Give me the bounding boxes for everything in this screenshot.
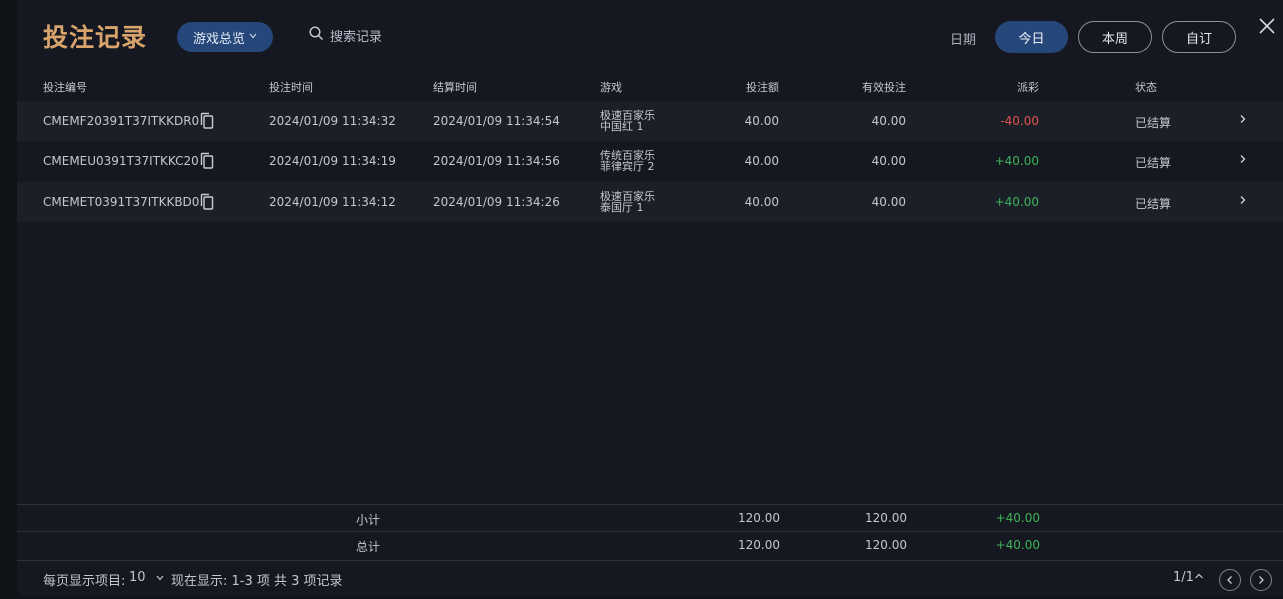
game-table: 菲律宾厅 2 xyxy=(600,160,655,173)
chevron-down-icon xyxy=(249,32,257,42)
settle-time: 2024/01/09 11:34:54 xyxy=(433,114,560,128)
column-header-bet-id: 投注编号 xyxy=(43,81,87,94)
prev-page-button[interactable] xyxy=(1219,569,1241,591)
search-label: 搜索记录 xyxy=(330,30,383,45)
column-header-payout: 派彩 xyxy=(1017,81,1039,94)
table-row[interactable]: CMEMEU0391T37ITKKC20 2024/01/09 11:34:19… xyxy=(17,141,1283,181)
chevron-right-icon[interactable] xyxy=(1239,112,1247,128)
chevron-down-icon xyxy=(156,570,164,585)
table-row[interactable]: CMEMF20391T37ITKKDR0 2024/01/09 11:34:32… xyxy=(17,101,1283,141)
chevron-right-icon xyxy=(1259,576,1264,584)
chevron-up-icon[interactable] xyxy=(1194,569,1204,584)
payout: -40.00 xyxy=(1000,114,1039,128)
modal-header: 投注记录 游戏总览 搜索记录 日期 今日 本周 自订 xyxy=(17,0,1283,72)
total-row: 总计 120.00 120.00 +40.00 xyxy=(17,531,1283,559)
copy-icon[interactable] xyxy=(200,112,214,130)
bet-time: 2024/01/09 11:34:12 xyxy=(269,195,396,209)
bet-amount: 40.00 xyxy=(744,114,779,128)
game-filter-label: 游戏总览 xyxy=(192,31,245,47)
bet-amount: 40.00 xyxy=(744,154,779,168)
search-icon xyxy=(309,26,324,45)
next-page-button[interactable] xyxy=(1250,569,1272,591)
bet-id: CMEMET0391T37ITKKBD0 xyxy=(43,195,200,209)
game-name: 极速百家乐 泰国厅 1 xyxy=(600,191,655,213)
bet-records-modal: 投注记录 游戏总览 搜索记录 日期 今日 本周 自订 投注编号 投注时间 结算时… xyxy=(17,0,1283,596)
copy-icon[interactable] xyxy=(200,152,214,170)
subtotal-label: 小计 xyxy=(356,513,381,527)
game-name: 极速百家乐 中国红 1 xyxy=(600,110,655,132)
column-header-settle-time: 结算时间 xyxy=(433,81,477,94)
per-page-label: 每页显示项目: xyxy=(43,574,126,589)
subtotal-valid-bet: 120.00 xyxy=(865,511,907,525)
page-indicator: 1/1 xyxy=(1173,570,1194,585)
payout: +40.00 xyxy=(994,195,1039,209)
subtotal-payout: +40.00 xyxy=(995,511,1040,525)
total-amount: 120.00 xyxy=(738,538,780,552)
status: 已结算 xyxy=(1135,156,1172,170)
close-icon[interactable] xyxy=(1257,16,1277,36)
pagination-footer: 每页显示项目: 10 现在显示: 1-3 项 共 3 项记录 1/1 xyxy=(17,560,1283,597)
game-table: 泰国厅 1 xyxy=(600,201,644,214)
search-records[interactable]: 搜索记录 xyxy=(309,26,382,45)
valid-bet: 40.00 xyxy=(871,114,906,128)
per-page-select[interactable]: 10 xyxy=(129,570,164,585)
status: 已结算 xyxy=(1135,116,1172,130)
valid-bet: 40.00 xyxy=(871,195,906,209)
tab-custom[interactable]: 自订 xyxy=(1162,21,1236,53)
subtotal-row: 小计 120.00 120.00 +40.00 xyxy=(17,504,1283,532)
total-label: 总计 xyxy=(356,540,381,554)
settle-time: 2024/01/09 11:34:56 xyxy=(433,154,560,168)
tab-this-week[interactable]: 本周 xyxy=(1078,21,1152,53)
bet-id: CMEMF20391T37ITKKDR0 xyxy=(43,114,200,128)
table-header: 投注编号 投注时间 结算时间 游戏 投注额 有效投注 派彩 状态 xyxy=(17,72,1283,100)
game-name: 传统百家乐 菲律宾厅 2 xyxy=(600,150,655,172)
total-payout: +40.00 xyxy=(995,538,1040,552)
bet-time: 2024/01/09 11:34:32 xyxy=(269,114,396,128)
bet-time: 2024/01/09 11:34:19 xyxy=(269,154,396,168)
status: 已结算 xyxy=(1135,197,1172,211)
page-title: 投注记录 xyxy=(43,23,148,52)
game-table: 中国红 1 xyxy=(600,120,644,133)
chevron-left-icon xyxy=(1227,576,1232,584)
settle-time: 2024/01/09 11:34:26 xyxy=(433,195,560,209)
subtotal-amount: 120.00 xyxy=(738,511,780,525)
column-header-bet-time: 投注时间 xyxy=(269,81,313,94)
bet-id: CMEMEU0391T37ITKKC20 xyxy=(43,154,199,168)
column-header-game: 游戏 xyxy=(600,81,622,94)
copy-icon[interactable] xyxy=(200,193,214,211)
column-header-status: 状态 xyxy=(1135,81,1157,94)
showing-text: 现在显示: 1-3 项 共 3 项记录 xyxy=(171,574,343,589)
table-row[interactable]: CMEMET0391T37ITKKBD0 2024/01/09 11:34:12… xyxy=(17,182,1283,222)
chevron-right-icon[interactable] xyxy=(1239,193,1247,209)
valid-bet: 40.00 xyxy=(871,154,906,168)
per-page-value: 10 xyxy=(129,570,146,585)
chevron-right-icon[interactable] xyxy=(1239,152,1247,168)
column-header-valid-bet: 有效投注 xyxy=(862,81,906,94)
payout: +40.00 xyxy=(994,154,1039,168)
game-filter-dropdown[interactable]: 游戏总览 xyxy=(177,22,273,52)
tab-today[interactable]: 今日 xyxy=(995,21,1068,53)
date-label: 日期 xyxy=(950,33,977,48)
column-header-amount: 投注额 xyxy=(746,81,779,94)
bet-amount: 40.00 xyxy=(744,195,779,209)
total-valid-bet: 120.00 xyxy=(865,538,907,552)
